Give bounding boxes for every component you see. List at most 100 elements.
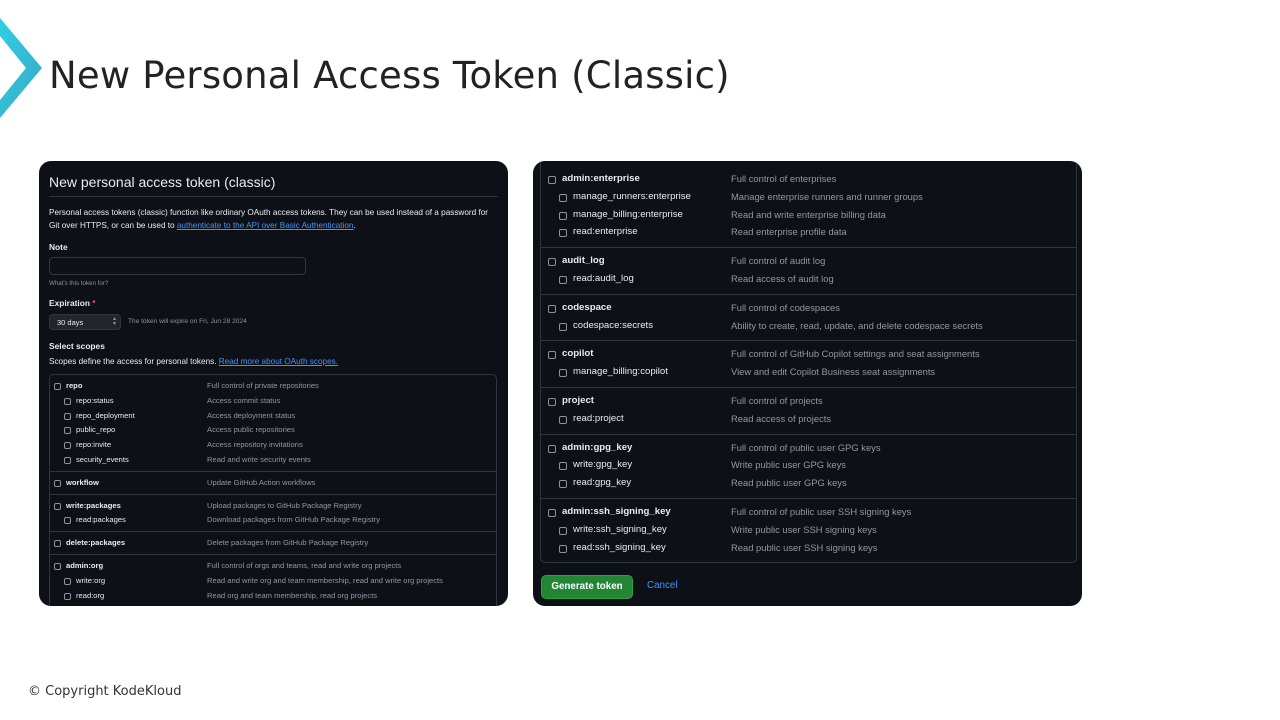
select-scopes-label: Select scopes xyxy=(49,341,105,351)
scope-name: audit_log xyxy=(562,255,605,267)
scope-checkbox-repo[interactable] xyxy=(54,383,61,390)
scope-checkbox-admin-ssh-signing-key[interactable] xyxy=(548,509,556,517)
scope-description: Read org and team membership, read org p… xyxy=(207,590,378,600)
scope-checkbox-write-org[interactable] xyxy=(64,577,71,585)
scope-description: Write public user GPG keys xyxy=(731,459,846,471)
scope-row-manage-runners-enterprise: manage_runners:enterprise Manage enterpri… xyxy=(541,189,1076,207)
scope-row-read-org: read:org Read org and team membership, re… xyxy=(50,590,496,604)
scope-checkbox-read-project[interactable] xyxy=(559,415,567,424)
scope-checkbox-write-ssh-signing-key[interactable] xyxy=(559,526,567,535)
scope-description: Delete packages from GitHub Package Regi… xyxy=(207,538,369,548)
scope-row-read-gpg-key: read:gpg_key Read public user GPG keys xyxy=(541,475,1076,493)
expiration-label: Expiration * xyxy=(49,298,96,308)
scope-row-repo: repo Full control of private repositories xyxy=(50,380,496,394)
scope-description: Full control of projects xyxy=(731,395,823,406)
scope-name: codespace:secrets xyxy=(573,319,653,331)
scope-checkbox-read-ssh-signing-key[interactable] xyxy=(559,544,567,553)
scope-name: admin:gpg_key xyxy=(562,441,633,453)
scope-description: Read access of audit log xyxy=(731,272,834,284)
scope-group-admin-gpg-key: admin:gpg_key Full control of public user… xyxy=(541,435,1076,499)
scope-checkbox-copilot[interactable] xyxy=(548,351,556,360)
scope-checkbox-read-org[interactable] xyxy=(64,592,71,600)
scopes-description: Scopes define the access for personal to… xyxy=(49,357,338,366)
scope-name: repo xyxy=(66,381,83,390)
scope-group-copilot: copilot Full control of GitHub Copilot se… xyxy=(541,341,1076,388)
scope-row-admin-ssh-signing-key: admin:ssh_signing_key Full control of pub… xyxy=(541,504,1076,522)
scope-checkbox-codespace-secrets[interactable] xyxy=(559,322,567,331)
scope-row-manage-billing-enterprise: manage_billing:enterprise Read and write … xyxy=(541,207,1076,225)
scope-description: Update GitHub Action workflows xyxy=(207,477,316,487)
scope-name: write:org xyxy=(76,575,106,585)
scope-checkbox-read-audit-log[interactable] xyxy=(559,275,567,284)
scope-checkbox-manage-billing-copilot[interactable] xyxy=(559,369,567,378)
scope-checkbox-repo-invite[interactable] xyxy=(64,442,71,450)
scope-name: write:ssh_signing_key xyxy=(573,523,667,535)
scope-name: read:ssh_signing_key xyxy=(573,541,666,553)
scope-description: Read and write enterprise billing data xyxy=(731,208,886,220)
scope-checkbox-admin-enterprise[interactable] xyxy=(548,176,556,184)
scope-description: Read public user SSH signing keys xyxy=(731,541,878,553)
scope-row-read-audit-log: read:audit_log Read access of audit log xyxy=(541,271,1076,289)
scope-checkbox-public-repo[interactable] xyxy=(64,427,71,435)
scope-name: workflow xyxy=(66,477,99,487)
scope-group-write-packages: write:packages Upload packages to GitHub … xyxy=(50,495,496,533)
scope-description: Read and write security events xyxy=(207,455,311,464)
scope-description: Full control of GitHub Copilot settings … xyxy=(731,348,980,360)
scope-group-codespace: codespace Full control of codespaces codes… xyxy=(541,295,1076,342)
scope-checkbox-repo-status[interactable] xyxy=(64,397,71,405)
scope-checkbox-audit-log[interactable] xyxy=(548,258,556,267)
scope-group-admin-org: admin:org Full control of orgs and teams,… xyxy=(50,555,496,606)
scope-name: copilot xyxy=(562,348,594,360)
scope-description: Full control of orgs and teams, read and… xyxy=(207,561,402,570)
note-input[interactable] xyxy=(49,257,306,275)
expiration-select[interactable]: 30 days ▴ ▾ xyxy=(49,314,121,330)
scope-description: Full control of public user SSH signing … xyxy=(731,506,912,517)
generate-token-button[interactable]: Generate token xyxy=(541,575,633,599)
scope-checkbox-admin-org[interactable] xyxy=(54,563,61,570)
scope-group-delete-packages: delete:packages Delete packages from GitH… xyxy=(50,532,496,555)
scope-description: Access deployment status xyxy=(207,410,296,420)
scope-checkbox-security-events[interactable] xyxy=(64,457,71,464)
scope-row-admin-enterprise: admin:enterprise Full control of enterpri… xyxy=(541,171,1076,189)
scope-row-delete-packages: delete:packages Delete packages from GitH… xyxy=(50,537,496,551)
scope-name: read:enterprise xyxy=(573,226,638,238)
scope-checkbox-codespace[interactable] xyxy=(548,304,556,313)
basic-auth-link[interactable]: authenticate to the API over Basic Authe… xyxy=(177,221,354,230)
scope-checkbox-read-packages[interactable] xyxy=(64,517,71,525)
scope-row-write-ssh-signing-key: write:ssh_signing_key Write public user S… xyxy=(541,522,1076,540)
scope-group-admin-ssh-signing-key: admin:ssh_signing_key Full control of pub… xyxy=(541,499,1076,563)
scope-checkbox-read-enterprise[interactable] xyxy=(559,229,567,238)
scope-description: Access commit status xyxy=(207,395,281,405)
scope-checkbox-workflow[interactable] xyxy=(54,479,61,487)
scope-description: Read and write org and team membership, … xyxy=(207,575,443,585)
scope-checkbox-admin-gpg-key[interactable] xyxy=(548,444,556,453)
scope-description: Full control of codespaces xyxy=(731,301,840,313)
scope-checkbox-read-gpg-key[interactable] xyxy=(559,480,567,489)
cancel-link[interactable]: Cancel xyxy=(647,580,678,591)
scopes-list-continued: admin:enterprise Full control of enterpri… xyxy=(540,161,1077,563)
scope-checkbox-delete-packages[interactable] xyxy=(54,540,61,548)
note-label: Note xyxy=(49,242,68,252)
scope-row-read-ssh-signing-key: read:ssh_signing_key Read public user SSH… xyxy=(541,540,1076,558)
scope-group-workflow: workflow Update GitHub Action workflows xyxy=(50,472,496,495)
scope-group-audit-log: audit_log Full control of audit log read:a… xyxy=(541,248,1076,295)
scope-description: Write public user SSH signing keys xyxy=(731,523,877,535)
scope-row-security-events: security_events Read and write security e… xyxy=(50,454,496,468)
note-hint: What's this token for? xyxy=(49,280,109,287)
scope-checkbox-manage-runners-enterprise[interactable] xyxy=(559,193,567,202)
scope-checkbox-project[interactable] xyxy=(548,398,556,406)
scope-checkbox-manage-billing-enterprise[interactable] xyxy=(559,211,567,220)
scope-description: Full control of private repositories xyxy=(207,381,319,390)
oauth-scopes-link[interactable]: Read more about OAuth scopes. xyxy=(219,357,338,366)
scope-group-admin-enterprise: admin:enterprise Full control of enterpri… xyxy=(541,166,1076,249)
scope-name: admin:ssh_signing_key xyxy=(562,506,671,517)
scope-checkbox-write-gpg-key[interactable] xyxy=(559,462,567,471)
scope-checkbox-write-packages[interactable] xyxy=(54,502,61,510)
scope-name: read:audit_log xyxy=(573,272,634,284)
slide-title: New Personal Access Token (Classic) xyxy=(49,54,730,97)
scope-description: Download packages from GitHub Package Re… xyxy=(207,515,381,525)
scope-description: Read public user GPG keys xyxy=(731,477,847,489)
scope-checkbox-repo-deployment[interactable] xyxy=(64,412,71,420)
expiration-value: 30 days xyxy=(57,318,84,327)
scope-group-repo: repo Full control of private repositories… xyxy=(50,375,496,472)
